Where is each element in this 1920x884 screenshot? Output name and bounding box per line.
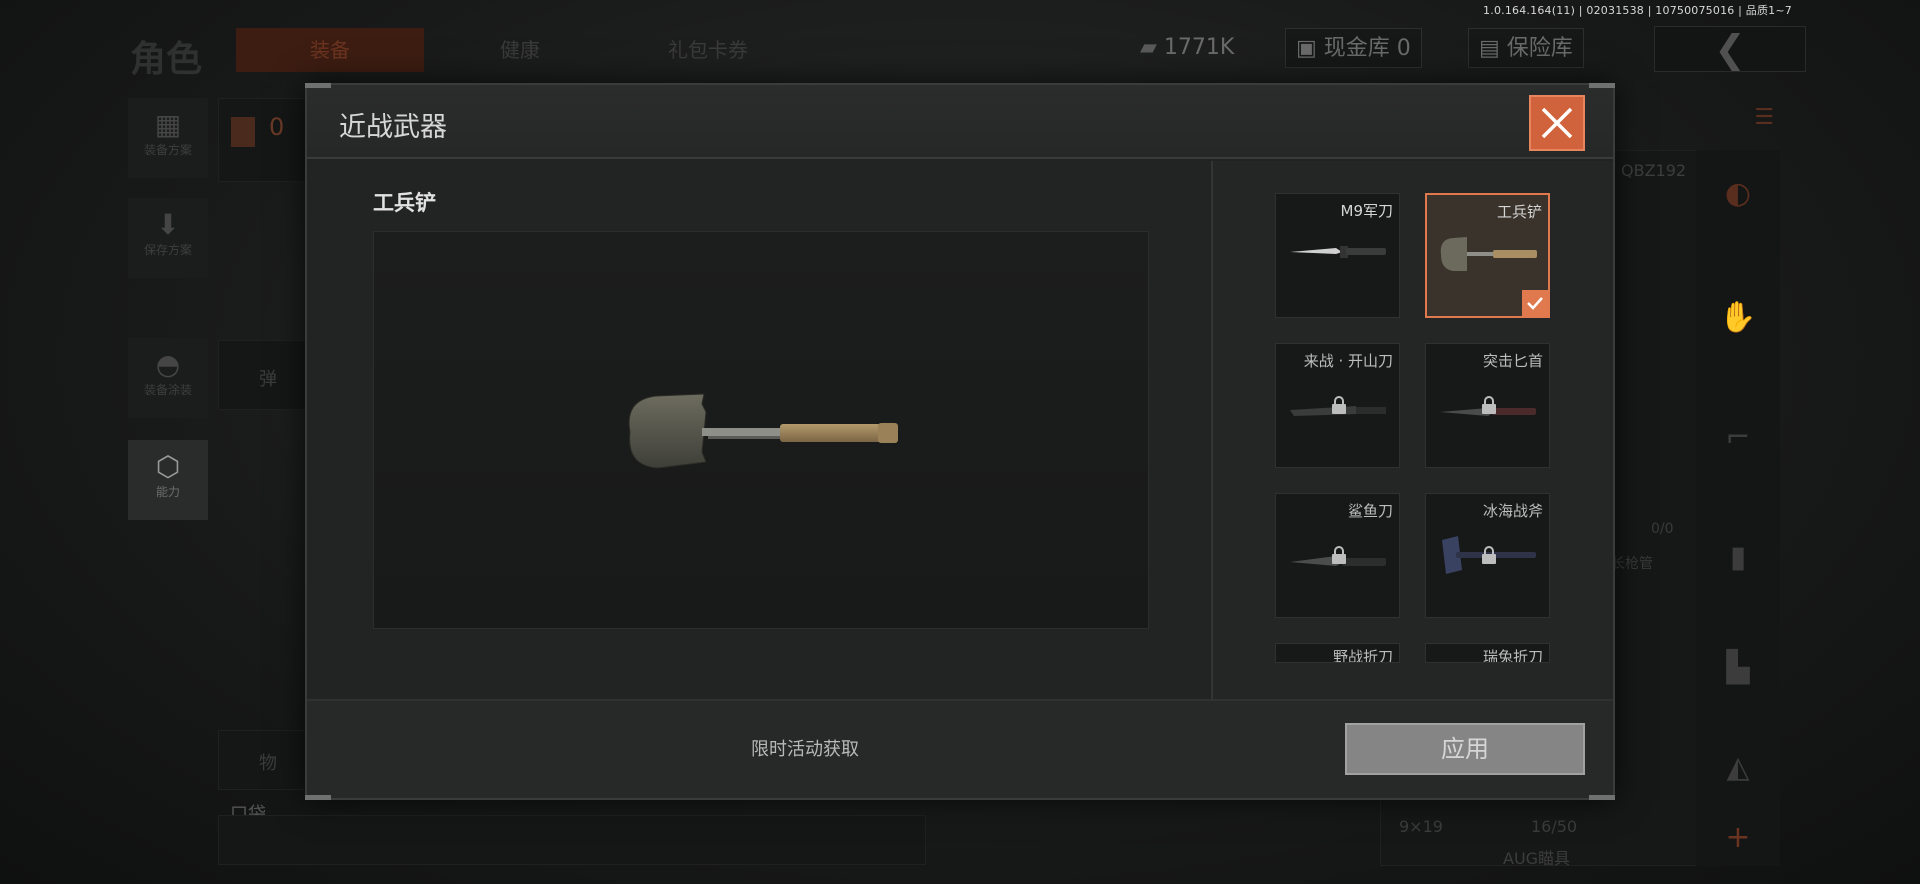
currency-display: ▰ 1771K	[1130, 28, 1244, 68]
sidebar-label: 装备涂装	[143, 383, 192, 397]
tab-equipment[interactable]: 装备	[236, 28, 424, 72]
knife-image	[1290, 246, 1386, 258]
weapon-card-label: M9军刀	[1340, 202, 1394, 220]
bg-pocket-panel	[218, 815, 926, 865]
cash-vault-label: 现金库 0	[1323, 36, 1411, 61]
cash-icon: ▰	[1140, 35, 1157, 60]
shovel-thumb-image	[1440, 237, 1537, 271]
dialog-footer: 限时活动获取 应用	[307, 699, 1613, 798]
lock-icon	[1482, 396, 1496, 414]
lock-icon	[1332, 546, 1346, 564]
melee-weapon-dialog: 近战武器 工兵铲 M9军刀 工兵铲 来战 · 开山刀 突击匕首 鲨鱼刀 冰海战斧…	[305, 83, 1615, 800]
sidebar-equipment-plan[interactable]: ▦ 装备方案	[128, 98, 208, 178]
bg-items: 物	[259, 753, 277, 774]
weapon-grid: M9军刀 工兵铲 来战 · 开山刀 突击匕首 鲨鱼刀 冰海战斧 野战折刀 瑞兔折…	[1211, 161, 1613, 701]
weapon-card-field-folding-knife[interactable]: 野战折刀	[1275, 643, 1400, 663]
weapon-preview	[373, 231, 1149, 629]
bg-right-rail: ◐ ✋ ⌐ ▮ ▙ ◭ +	[1696, 150, 1780, 866]
download-icon: ⬇	[156, 208, 180, 241]
bg-long-gun: 长枪管	[1611, 556, 1653, 572]
weapon-card-label: 鲨鱼刀	[1347, 502, 1393, 520]
bg-ammo-ratio: 0/0	[1651, 521, 1674, 537]
selected-check-icon	[1522, 290, 1548, 316]
sidebar-ability[interactable]: ⬡ 能力	[128, 440, 208, 520]
vest-icon: ▦	[154, 108, 182, 141]
corner-decor	[1589, 83, 1615, 88]
backpack-icon	[231, 117, 255, 147]
cash-vault-button[interactable]: ▣ 现金库 0	[1285, 28, 1422, 68]
grip-icon: ▙	[1726, 650, 1750, 685]
weapon-card-label: 突击匕首	[1482, 352, 1543, 370]
top-bar: 角色 装备 健康 礼包卡券 ▰ 1771K ▣ 现金库 0 ▤ 保险库 ❮	[0, 22, 1920, 80]
tab-gift-coupons[interactable]: 礼包卡券	[624, 28, 792, 72]
weapon-card-m9[interactable]: M9军刀	[1275, 193, 1400, 318]
version-string: 1.0.164.164(11) | 02031538 | 10750075016…	[1483, 4, 1792, 17]
glove-icon: ✋	[1719, 300, 1757, 335]
bg-aug-label: AUG瞄具	[1503, 849, 1571, 868]
hat-icon: ◐	[1724, 176, 1752, 211]
weapon-card-assault-dagger[interactable]: 突击匕首	[1425, 343, 1550, 468]
bg-weapon-code: QBZ192	[1621, 161, 1687, 180]
page-title: 角色	[130, 39, 203, 80]
weapon-card-machete[interactable]: 来战 · 开山刀	[1275, 343, 1400, 468]
shovel-image	[628, 393, 898, 469]
stack-icon: ☰	[1754, 105, 1774, 130]
tab-health[interactable]: 健康	[440, 28, 600, 72]
apply-button[interactable]: 应用	[1345, 723, 1585, 775]
weapon-card-label: 瑞兔折刀	[1482, 648, 1543, 663]
weapon-card-label: 工兵铲	[1496, 203, 1542, 221]
safe-icon: ▤	[1479, 36, 1500, 61]
weapon-card-rabbit-folding-knife[interactable]: 瑞兔折刀	[1425, 643, 1550, 663]
lock-icon	[1482, 546, 1496, 564]
weapon-card-shovel[interactable]: 工兵铲	[1425, 193, 1550, 318]
close-icon	[1541, 107, 1573, 139]
selected-weapon-name: 工兵铲	[373, 191, 436, 215]
bg-ammo-panel: 弹	[218, 340, 308, 410]
bg-ammo-count: 16/50	[1531, 817, 1578, 836]
chevron-left-icon: ❮	[1714, 27, 1746, 71]
preview-area: 工兵铲	[307, 161, 1209, 701]
safe-vault-button[interactable]: ▤ 保险库	[1468, 28, 1584, 68]
currency-value: 1771K	[1163, 35, 1235, 60]
dialog-title: 近战武器	[339, 112, 447, 143]
stock-icon: ◭	[1726, 750, 1750, 785]
weapon-card-shark-knife[interactable]: 鲨鱼刀	[1275, 493, 1400, 618]
dialog-header: 近战武器	[307, 85, 1613, 159]
safe-vault-label: 保险库	[1506, 36, 1573, 61]
corner-decor	[305, 83, 331, 88]
sidebar-equipment-skin[interactable]: ◓ 装备涂装	[128, 338, 208, 418]
bg-items-panel: 物	[218, 730, 308, 790]
weapon-card-label: 野战折刀	[1332, 648, 1393, 663]
bg-count: 0	[269, 113, 285, 141]
weapon-card-ice-axe[interactable]: 冰海战斧	[1425, 493, 1550, 618]
ability-icon: ⬡	[155, 450, 181, 483]
sidebar-save-plan[interactable]: ⬇ 保存方案	[128, 198, 208, 278]
sidebar-label: 能力	[155, 485, 180, 499]
close-button[interactable]	[1529, 95, 1585, 151]
bg-ammo-type: 9×19	[1399, 817, 1443, 836]
vault-icon: ▣	[1296, 36, 1317, 61]
weapon-card-label: 来战 · 开山刀	[1303, 352, 1393, 370]
plus-icon[interactable]: +	[1718, 820, 1758, 860]
bg-ammo: 弹	[259, 369, 277, 390]
rifle-icon: ⌐	[1725, 420, 1751, 455]
helmet-icon: ◓	[155, 348, 181, 381]
lock-icon	[1332, 396, 1346, 414]
sidebar-label: 装备方案	[143, 143, 192, 157]
back-button[interactable]: ❮	[1654, 26, 1806, 72]
corner-decor	[1589, 795, 1615, 800]
acquire-note: 限时活动获取	[751, 739, 859, 760]
sidebar-label: 保存方案	[143, 243, 192, 257]
weapon-card-label: 冰海战斧	[1482, 502, 1543, 520]
magazine-icon: ▮	[1729, 540, 1747, 575]
corner-decor	[305, 795, 331, 800]
